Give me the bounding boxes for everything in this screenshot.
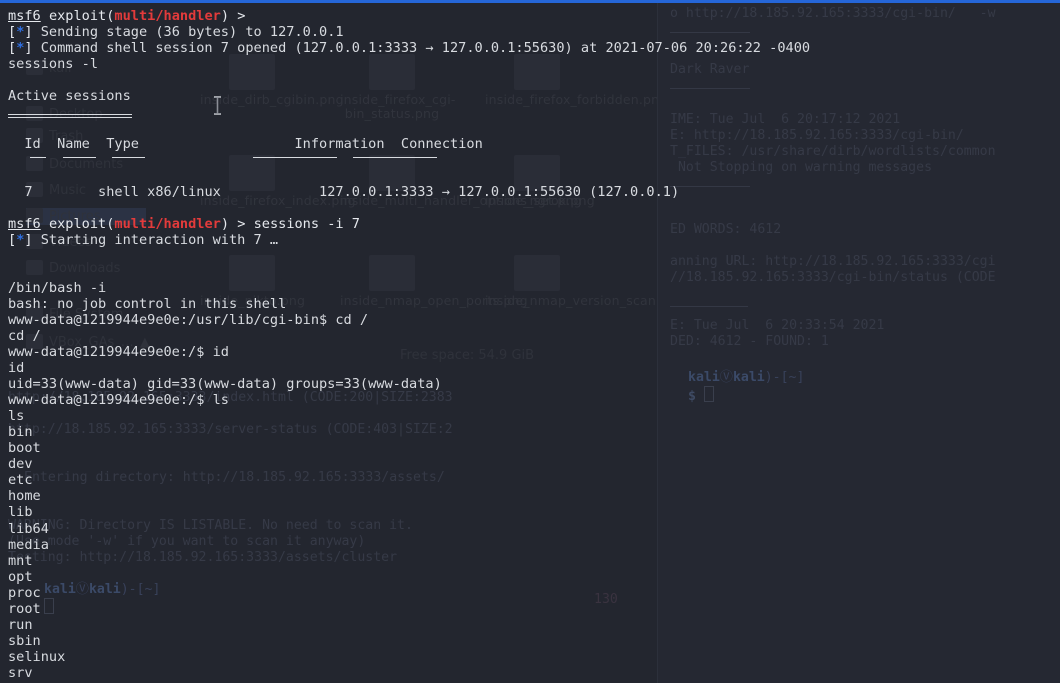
shell-id-output: uid=33(www-data) gid=33(www-data) groups…: [8, 376, 442, 393]
terminal-output[interactable]: msf6 exploit(multi/handler) > [*] Sendin…: [0, 3, 1060, 683]
ls-entry: dev: [8, 456, 33, 473]
shell-line-bash: /bin/bash -i: [8, 280, 107, 297]
msf-prompt-cmd: exploit(: [48, 8, 115, 24]
divider-name: [63, 157, 96, 159]
ls-entry: bin: [8, 424, 33, 441]
sessions-col-id: Id: [24, 136, 41, 153]
sessions-col-name: Name: [57, 136, 90, 153]
sessions-col-type: Type: [106, 136, 139, 153]
msf-prompt-module: multi/handler: [114, 8, 221, 24]
session-connection: 127.0.0.1:3333 → 127.0.0.1:55630 (127.0.…: [319, 184, 680, 201]
screen-root: kali Desktop Trash Documents Music Pictu…: [0, 0, 1060, 683]
session-type: shell x86/linux: [98, 184, 221, 201]
divider-id: [30, 157, 46, 159]
ls-entry: mnt: [8, 552, 33, 569]
active-sessions-underline: [8, 114, 132, 120]
shell-typed-id: id: [212, 344, 229, 361]
shell-prompt-root: www-data@1219944e9e0e:/$: [8, 392, 213, 409]
ls-entry: lib: [8, 504, 33, 521]
terminal-line-text: Sending stage (36 bytes) to 127.0.0.1: [40, 24, 344, 41]
msfconsole-terminal-window[interactable]: msf6 exploit(multi/handler) > [*] Sendin…: [0, 0, 1060, 683]
sessions-col-connection: Connection: [400, 136, 483, 153]
msf-prompt-line-2: msf6 exploit(multi/handler) > sessions -…: [8, 216, 1060, 232]
terminal-info-line: [*] Command shell session 7 opened (127.…: [8, 40, 811, 57]
terminal-line-text: Starting interaction with 7 …: [40, 232, 279, 249]
shell-echo-ls: ls: [8, 408, 25, 425]
shell-line-jobcontrol: bash: no job control in this shell: [8, 296, 287, 313]
msf-typed-command: sessions -i 7: [253, 216, 360, 233]
ls-entry: srv: [8, 664, 33, 681]
ls-entry: selinux: [8, 648, 66, 665]
shell-prompt-cgi: www-data@1219944e9e0e:/usr/lib/cgi-bin$: [8, 312, 336, 329]
sessions-table-row: 7 shell x86/linux 127.0.0.1:3333 → 127.0…: [8, 184, 1060, 200]
ls-entry: boot: [8, 440, 41, 457]
ls-entry: home: [8, 488, 41, 505]
ls-entry: opt: [8, 568, 33, 585]
msf-prompt-line: msf6 exploit(multi/handler) >: [8, 8, 1060, 24]
ls-entry: lib64: [8, 520, 49, 537]
ls-entry: run: [8, 616, 33, 633]
ls-entry: proc: [8, 584, 41, 601]
msf-prompt-close: ) >: [220, 216, 254, 233]
msf-prompt-module: multi/handler: [114, 216, 221, 233]
terminal-active-sessions-heading: Active sessions: [8, 88, 131, 105]
shell-prompt-cd-line: www-data@1219944e9e0e:/usr/lib/cgi-bin$ …: [8, 312, 1060, 328]
divider-type: [112, 157, 145, 159]
ls-entry: root: [8, 600, 41, 617]
sessions-table-divider-row: [8, 152, 1060, 168]
sessions-table-header-row: Id Name Type Information Connection: [8, 136, 1060, 152]
text-cursor-icon: [213, 96, 222, 115]
sessions-col-information: Information: [294, 136, 385, 153]
msf-prompt-name: msf6: [8, 8, 41, 24]
ls-entry: etc: [8, 472, 33, 489]
terminal-line-text: Command shell session 7 opened (127.0.0.…: [40, 40, 811, 57]
shell-prompt-id-line: www-data@1219944e9e0e:/$ id: [8, 344, 1060, 360]
shell-typed-cd: cd /: [335, 312, 369, 329]
divider-information: [253, 157, 337, 159]
terminal-info-line: [*] Starting interaction with 7 …: [8, 232, 279, 249]
terminal-command-echo: sessions -l: [8, 56, 99, 73]
shell-echo-id: id: [8, 360, 25, 377]
shell-prompt-root: www-data@1219944e9e0e:/$: [8, 344, 213, 361]
terminal-info-line: [*] Sending stage (36 bytes) to 127.0.0.…: [8, 24, 344, 41]
ls-entry: sbin: [8, 632, 41, 649]
shell-prompt-ls-line: www-data@1219944e9e0e:/$ ls: [8, 392, 1060, 408]
shell-echo-cd: cd /: [8, 328, 41, 345]
msf-prompt-close: ) >: [220, 8, 254, 24]
divider-connection: [353, 157, 437, 159]
shell-typed-ls: ls: [212, 392, 229, 409]
ls-entry: media: [8, 536, 49, 553]
